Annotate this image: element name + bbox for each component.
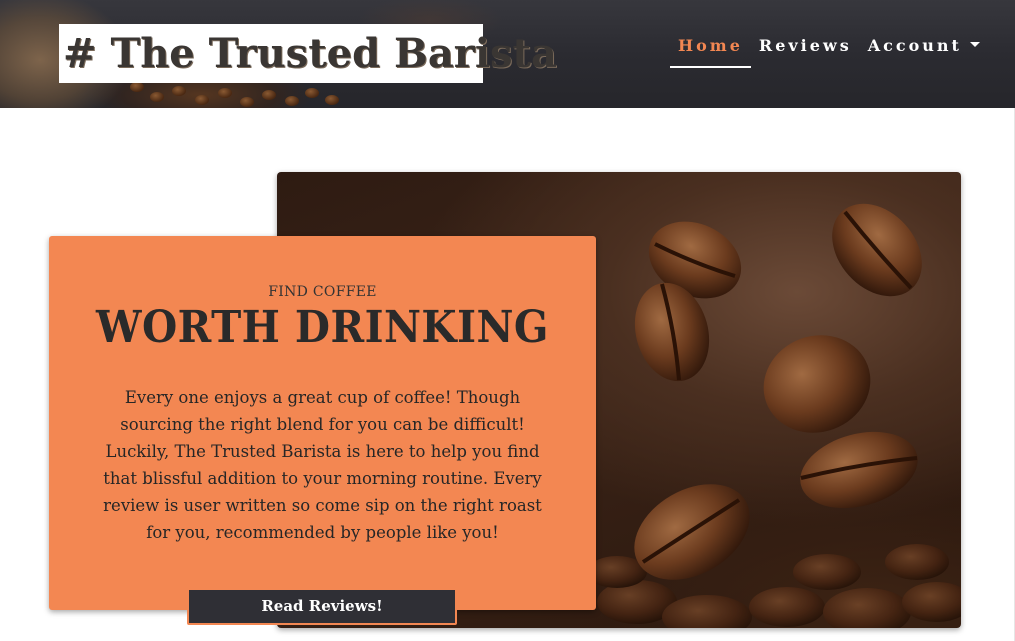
- caret-down-icon: [969, 42, 980, 47]
- nav-home[interactable]: Home: [670, 36, 751, 68]
- hero-headline: WORTH DRINKING: [96, 302, 549, 353]
- nav-reviews-label: Reviews: [758, 36, 852, 55]
- site-logo[interactable]: # The Trusted Barista: [59, 24, 557, 83]
- coffee-bean-decoration: [195, 95, 209, 105]
- coffee-bean-decoration: [240, 97, 254, 107]
- hero-description: Every one enjoys a great cup of coffee! …: [103, 388, 542, 542]
- site-header: # The Trusted Barista Home Reviews Accou…: [0, 0, 1015, 108]
- main-nav: Home Reviews Account: [670, 36, 988, 68]
- nav-reviews[interactable]: Reviews: [751, 36, 860, 68]
- coffee-bean-decoration: [325, 95, 339, 105]
- coffee-bean-decoration: [262, 90, 276, 100]
- coffee-bean-decoration: [285, 96, 299, 106]
- nav-account-label: Account: [867, 36, 962, 55]
- nav-account-dropdown[interactable]: Account: [860, 36, 988, 68]
- nav-home-label: Home: [678, 36, 743, 55]
- coffee-bean-decoration: [150, 92, 164, 102]
- coffee-bean-decoration: [305, 88, 319, 98]
- hero-text-card: FIND COFFEE WORTH DRINKING Every one enj…: [49, 236, 596, 610]
- logo-text: # The Trusted Barista: [63, 30, 557, 77]
- hero-eyebrow: FIND COFFEE: [268, 284, 377, 300]
- coffee-bean-decoration: [218, 88, 232, 98]
- coffee-bean-decoration: [130, 82, 144, 92]
- coffee-bean-decoration: [172, 86, 186, 96]
- read-reviews-button[interactable]: Read Reviews!: [187, 588, 457, 625]
